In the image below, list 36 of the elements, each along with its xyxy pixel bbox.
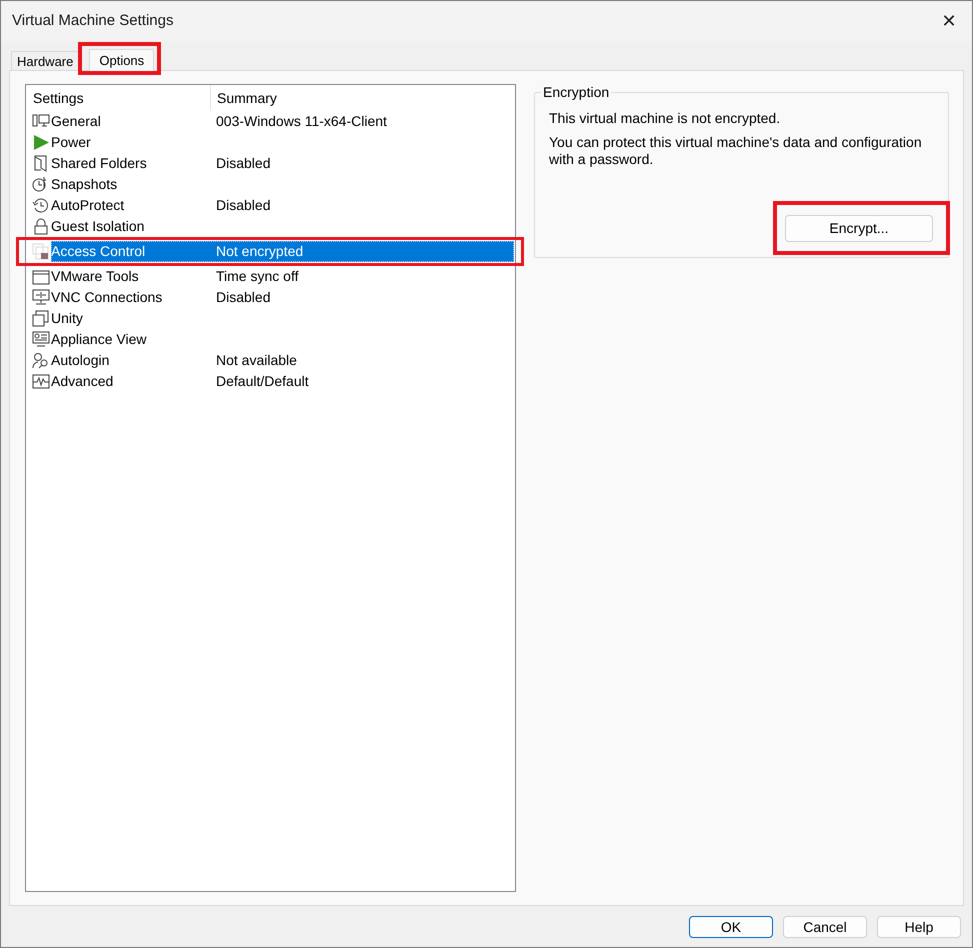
settings-row[interactable]: Power — [51, 132, 515, 153]
settings-row[interactable]: Unity — [51, 308, 515, 329]
settings-row[interactable]: General 003-Windows 11-x64-Client — [51, 111, 515, 132]
appliance-icon — [32, 331, 50, 348]
dialog-button[interactable]: Cancel — [783, 916, 867, 938]
history-icon — [32, 197, 50, 214]
windows-lock-icon — [32, 243, 50, 260]
status-text: This virtual machine is not encrypted. — [549, 109, 782, 127]
settings-row[interactable]: VMware Tools Time sync off — [51, 266, 515, 287]
user-key-icon — [32, 352, 50, 369]
network-icon — [32, 289, 50, 306]
dialog-button[interactable]: OK — [689, 916, 773, 938]
settings-row[interactable]: Shared Folders Disabled — [51, 153, 515, 174]
window-title: Virtual Machine Settings — [12, 10, 174, 31]
window-icon — [32, 268, 50, 285]
tab[interactable]: Options — [89, 49, 154, 71]
dialog-button[interactable]: Help — [877, 916, 961, 938]
settings-row[interactable]: VNC Connections Disabled — [51, 287, 515, 308]
settings-row[interactable]: Advanced Default/Default — [51, 371, 515, 392]
settings-row[interactable]: Snapshots — [51, 174, 515, 195]
encrypt-button[interactable]: Encrypt... — [785, 215, 933, 242]
windows-icon — [32, 310, 50, 327]
description-text: You can protect this virtual machine's data and configuration with a password. — [549, 134, 923, 168]
close-button[interactable]: ✕ — [934, 6, 964, 36]
settings-row[interactable]: Access Control Not encrypted — [51, 241, 514, 262]
column-header[interactable]: Summary — [211, 85, 515, 111]
column-header[interactable]: Settings — [26, 85, 211, 111]
play-icon — [32, 134, 50, 151]
settings-row[interactable]: Guest Isolation — [51, 216, 515, 237]
pulse-icon — [32, 373, 50, 390]
lock-icon — [32, 218, 50, 235]
group-title: Encryption — [541, 84, 612, 100]
settings-row[interactable]: Autologin Not available — [51, 350, 515, 371]
tab[interactable]: Hardware — [11, 51, 80, 70]
settings-row[interactable]: AutoProtect Disabled — [51, 195, 515, 216]
settings-row[interactable]: Appliance View — [51, 329, 515, 350]
